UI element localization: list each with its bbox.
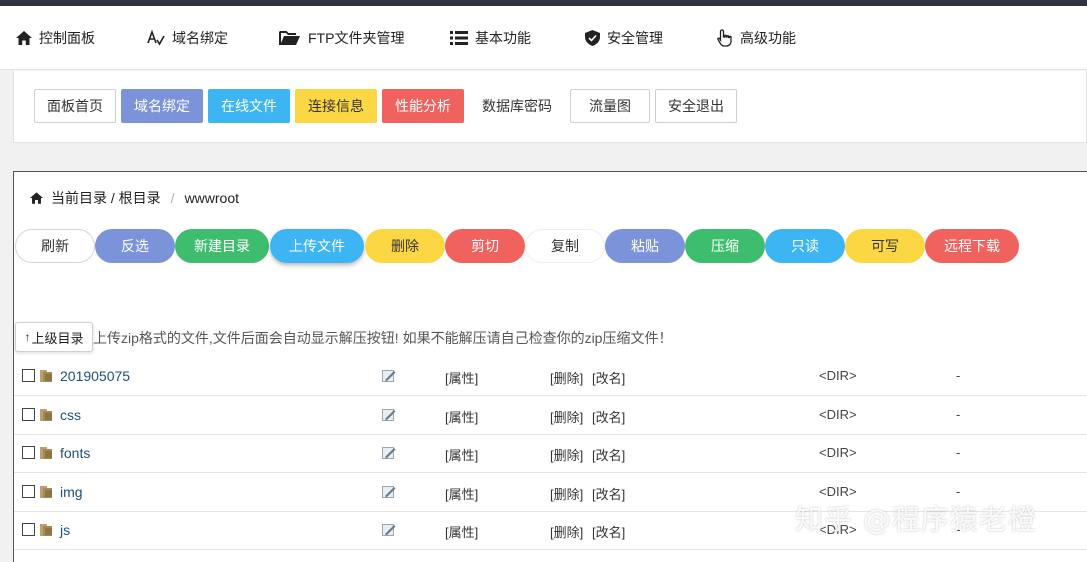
domain-binding-button[interactable]: 域名绑定	[121, 89, 203, 123]
arrow-up-icon: ↑	[24, 330, 31, 344]
nav-basic-functions[interactable]: 基本功能	[450, 6, 531, 70]
upload-notice: 上传zip格式的文件,文件后面会自动显示解压按钮! 如果不能解压请自己检查你的z…	[93, 330, 673, 346]
file-type: <DIR>	[819, 445, 857, 460]
delete-link[interactable]: [删除]	[550, 445, 583, 464]
database-password-button[interactable]: 数据库密码	[470, 89, 564, 123]
edit-icon[interactable]	[382, 446, 396, 463]
folder-icon	[40, 369, 54, 386]
main-navbar: 控制面板 域名绑定 FTP文件夹管理 基本功能 安全管理 高级功能	[0, 6, 1087, 70]
folder-icon	[40, 523, 54, 540]
nav-control-panel[interactable]: 控制面板	[16, 6, 95, 70]
rename-link[interactable]: [改名]	[592, 368, 625, 387]
home-icon	[16, 31, 32, 45]
properties-link[interactable]: [属性]	[445, 445, 478, 464]
delete-link[interactable]: [删除]	[550, 484, 583, 503]
delete-link[interactable]: [删除]	[550, 407, 583, 426]
folder-open-icon	[279, 31, 300, 45]
nav-advanced[interactable]: 高级功能	[717, 6, 796, 70]
remote-download-button[interactable]: 远程下载	[925, 229, 1019, 263]
row-checkbox[interactable]	[22, 407, 35, 421]
file-name-link[interactable]: js	[60, 522, 70, 538]
delete-link[interactable]: [删除]	[550, 522, 583, 541]
traffic-chart-button[interactable]: 流量图	[570, 89, 650, 123]
copy-button[interactable]: 复制	[525, 229, 605, 263]
shield-icon	[585, 30, 600, 46]
breadcrumb-folder: wwwroot	[184, 190, 240, 206]
nav-security[interactable]: 安全管理	[585, 6, 663, 70]
file-type: <DIR>	[819, 483, 857, 499]
file-name-link[interactable]: fonts	[60, 445, 90, 461]
invert-select-button[interactable]: 反选	[95, 229, 175, 263]
writable-button[interactable]: 可写	[845, 229, 925, 263]
edit-icon[interactable]	[382, 523, 396, 540]
row-checkbox[interactable]	[22, 369, 35, 382]
edit-icon[interactable]	[382, 485, 396, 502]
nav-ftp-folder[interactable]: FTP文件夹管理	[279, 6, 404, 70]
row-checkbox[interactable]	[22, 446, 35, 459]
nav-label: FTP文件夹管理	[308, 30, 405, 46]
folder-icon	[40, 446, 54, 463]
parent-directory-label: 上级目录	[31, 330, 84, 346]
properties-link[interactable]: [属性]	[445, 522, 478, 541]
parent-directory-button[interactable]: ↑ 上级目录	[15, 322, 93, 352]
nav-label: 控制面板	[39, 30, 95, 46]
file-type: <DIR>	[819, 406, 857, 422]
rename-link[interactable]: [改名]	[592, 484, 625, 503]
file-size: -	[956, 368, 961, 383]
text-icon	[147, 30, 165, 46]
home-icon	[30, 192, 43, 204]
delete-button[interactable]: 删除	[365, 229, 445, 263]
edit-icon[interactable]	[382, 408, 396, 425]
file-type: <DIR>	[819, 368, 857, 383]
folder-icon	[40, 408, 54, 425]
nav-label: 域名绑定	[172, 30, 228, 46]
nav-domain-binding[interactable]: 域名绑定	[147, 6, 228, 70]
nav-label: 基本功能	[475, 30, 531, 46]
properties-link[interactable]: [属性]	[445, 484, 478, 503]
compress-button[interactable]: 压缩	[685, 229, 765, 263]
hand-pointer-icon	[717, 29, 732, 47]
quick-buttons-panel: 面板首页 域名绑定 在线文件 连接信息 性能分析 数据库密码 流量图 安全退出	[13, 71, 1087, 143]
nav-label: 高级功能	[740, 30, 796, 46]
connection-info-button[interactable]: 连接信息	[295, 89, 377, 123]
properties-link[interactable]: [属性]	[445, 407, 478, 426]
folder-icon	[40, 485, 54, 502]
cut-button[interactable]: 剪切	[445, 229, 525, 263]
breadcrumb-separator: /	[170, 190, 175, 206]
paste-button[interactable]: 粘贴	[605, 229, 685, 263]
file-row: fonts [属性] [删除] [改名] <DIR> -	[14, 435, 1087, 473]
delete-link[interactable]: [删除]	[550, 368, 583, 387]
panel-home-button[interactable]: 面板首页	[34, 89, 116, 123]
logout-button[interactable]: 安全退出	[655, 89, 737, 123]
file-name-link[interactable]: img	[60, 484, 83, 500]
file-name-link[interactable]: css	[60, 407, 81, 423]
online-files-button[interactable]: 在线文件	[208, 89, 290, 123]
row-checkbox[interactable]	[22, 523, 35, 536]
refresh-button[interactable]: 刷新	[15, 229, 95, 263]
readonly-button[interactable]: 只读	[765, 229, 845, 263]
file-row: [属性][删除][改名]<DIR>-	[14, 551, 1087, 562]
breadcrumb: 当前目录 / 根目录 / wwwroot	[30, 188, 239, 208]
row-checkbox[interactable]	[22, 484, 35, 498]
watermark: 知乎 @程序猿老橙	[795, 503, 1037, 536]
list-icon	[450, 31, 468, 45]
file-row: 201905075 [属性] [删除] [改名] <DIR> -	[14, 358, 1087, 396]
file-name-link[interactable]: 201905075	[60, 368, 130, 384]
edit-icon[interactable]	[382, 369, 396, 386]
file-row: css [属性] [删除] [改名] <DIR> -	[14, 397, 1087, 435]
file-size: -	[956, 445, 961, 460]
properties-link[interactable]: [属性]	[445, 368, 478, 387]
breadcrumb-current[interactable]: 当前目录 / 根目录	[51, 188, 161, 208]
file-size: -	[956, 483, 961, 499]
performance-analysis-button[interactable]: 性能分析	[382, 89, 464, 123]
rename-link[interactable]: [改名]	[592, 445, 625, 464]
nav-label: 安全管理	[607, 30, 663, 46]
upload-file-button[interactable]: 上传文件	[270, 229, 364, 263]
file-size: -	[956, 406, 961, 422]
rename-link[interactable]: [改名]	[592, 407, 625, 426]
new-folder-button[interactable]: 新建目录	[175, 229, 269, 263]
rename-link[interactable]: [改名]	[592, 522, 625, 541]
